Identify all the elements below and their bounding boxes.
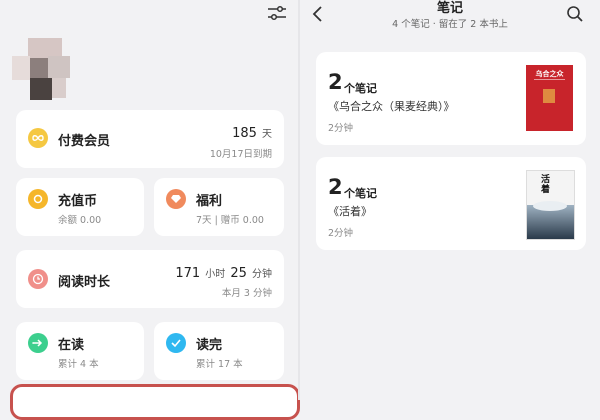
- finished-title: 读完: [196, 338, 223, 353]
- reading-title: 在读: [58, 338, 85, 353]
- note-count: 2: [328, 70, 343, 94]
- recharge-card[interactable]: 充值币 余额 0.00: [16, 178, 144, 236]
- profile-panel: 付费会员 185 天 10月17日到期 充值币 余额 0.00 福利 7天 | …: [0, 0, 300, 420]
- recharge-title: 充值币: [58, 194, 98, 209]
- checkmark-icon: [166, 333, 186, 353]
- clock-icon: [28, 269, 48, 289]
- coin-icon: [28, 189, 48, 209]
- membership-days: 185 天: [232, 126, 272, 141]
- welfare-title: 福利: [196, 194, 223, 209]
- book-title: 《活着》: [328, 205, 372, 218]
- note-card[interactable]: 2 个笔记 《活着》 2分钟 活着: [316, 157, 586, 250]
- welfare-detail: 7天 | 赠币 0.00: [196, 215, 264, 226]
- page-subtitle: 4 个笔记 · 留在了 2 本书上: [392, 19, 508, 30]
- note-unit: 个笔记: [344, 82, 377, 95]
- reading-card[interactable]: 在读 累计 4 本: [16, 322, 144, 380]
- cover-title: 乌合之众: [535, 70, 564, 78]
- search-icon[interactable]: [566, 5, 584, 23]
- diamond-icon: [166, 189, 186, 209]
- infinity-icon: [28, 128, 48, 148]
- reading-time-month: 本月 3 分钟: [221, 288, 272, 299]
- reading-total: 累计 4 本: [58, 359, 99, 370]
- book-cover: 乌合之众: [526, 65, 573, 131]
- cover-title: 活着: [541, 175, 551, 195]
- welfare-card[interactable]: 福利 7天 | 赠币 0.00: [154, 178, 284, 236]
- membership-expiry: 10月17日到期: [209, 149, 272, 160]
- note-count: 2: [328, 175, 343, 199]
- avatar[interactable]: [6, 38, 76, 102]
- notes-panel: 笔记 4 个笔记 · 留在了 2 本书上 2 个笔记 《乌合之众（果麦经典）》 …: [300, 0, 600, 400]
- reading-time-card[interactable]: 阅读时长 171 小时 25 分钟 本月 3 分钟: [16, 250, 284, 308]
- note-duration: 2分钟: [328, 228, 354, 239]
- arrow-right-icon: [28, 333, 48, 353]
- note-card[interactable]: 2 个笔记 《乌合之众（果麦经典）》 2分钟 乌合之众: [316, 52, 586, 145]
- highlighted-card[interactable]: [10, 384, 300, 420]
- note-duration: 2分钟: [328, 123, 354, 134]
- book-cover: 活着: [526, 170, 575, 240]
- book-title: 《乌合之众（果麦经典）》: [328, 100, 455, 113]
- reading-time-title: 阅读时长: [58, 275, 111, 290]
- finished-total: 累计 17 本: [196, 359, 243, 370]
- finished-card[interactable]: 读完 累计 17 本: [154, 322, 284, 380]
- filter-icon[interactable]: [266, 5, 288, 23]
- recharge-balance: 余额 0.00: [58, 215, 102, 226]
- membership-card[interactable]: 付费会员 185 天 10月17日到期: [16, 110, 284, 168]
- note-unit: 个笔记: [344, 187, 377, 200]
- page-title: 笔记: [436, 1, 463, 16]
- reading-time-total: 171 小时 25 分钟: [175, 266, 272, 281]
- membership-title: 付费会员: [58, 134, 111, 149]
